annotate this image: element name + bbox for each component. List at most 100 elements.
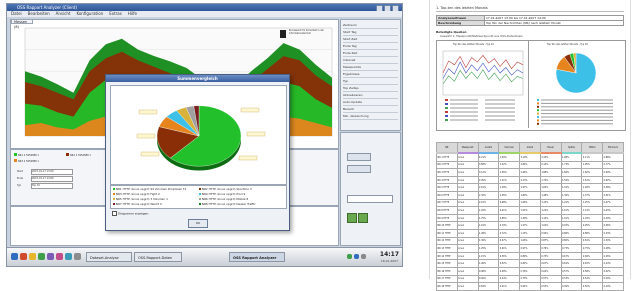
filter-row[interactable]: Auto-Update: [343, 100, 398, 106]
type-field[interactable]: Top 10: [31, 183, 73, 189]
table-row: NR 11 HTTP Linux 1.48% 0.72% 1.15% 0.94% 0.86%…: [436, 228, 624, 238]
options-field[interactable]: [347, 195, 393, 203]
info-row: Beschreibung Top Ten der Nachrichten (NR)…: [436, 20, 624, 26]
menu-item[interactable]: Ansicht: [56, 11, 71, 16]
menu-item[interactable]: Konfiguration: [76, 11, 103, 16]
tray-icon[interactable]: [347, 254, 352, 259]
table-header: NR Messpunkt Anzahl Volumen Anteil Dauer Spitz…: [436, 142, 624, 154]
table-cell: 0.49%: [560, 282, 583, 291]
table-cell: NR 1 HTTP: [436, 152, 458, 162]
table-cell: 0.51%: [602, 190, 624, 200]
table-cell: Linux: [456, 183, 479, 192]
legend-item: NR7 HTTP (Linux upgrd) Wacht 4: [113, 202, 162, 206]
column-header: Anzahl: [477, 142, 500, 154]
taskbar-item-active[interactable]: OSS Rapport Analyzer (Cli: [229, 252, 285, 262]
legend-swatch: [445, 119, 448, 121]
tray-icon[interactable]: [354, 254, 359, 259]
end-field[interactable]: 2007-01-17 14:00: [31, 176, 73, 182]
table-row: NR 18 HTTP Linux 0.83% 0.41% 0.64% 0.53% 0.49%…: [436, 282, 624, 291]
green-action-icon[interactable]: [347, 213, 357, 223]
menu-item[interactable]: Bearbeiten: [28, 11, 50, 16]
legend-text-line: [541, 109, 613, 111]
table-cell: Linux: [456, 160, 479, 170]
network-icon[interactable]: [65, 253, 72, 260]
slice-label-box: [136, 133, 156, 139]
report-pie-chart: [537, 52, 613, 125]
filter-row[interactable]: Aktualisieren: [343, 93, 398, 99]
table-cell: 0.67%: [498, 236, 521, 246]
table-cell: 2.11%: [581, 152, 604, 162]
column-header: NR: [436, 142, 458, 154]
table-cell: 1.66%: [560, 168, 583, 177]
green-action-icon[interactable]: [358, 213, 368, 223]
media-icon[interactable]: [56, 253, 63, 260]
filter-row[interactable]: Typ: [343, 79, 398, 85]
options-button[interactable]: [347, 153, 371, 161]
tray-icon[interactable]: [361, 254, 366, 259]
ok-button[interactable]: OK: [188, 219, 208, 228]
table-cell: 0.72%: [498, 228, 521, 238]
table-cell: 1.03%: [581, 213, 604, 223]
browser-icon[interactable]: [20, 253, 27, 260]
menu-item[interactable]: Datei: [11, 11, 22, 16]
legend-swatch: [537, 99, 539, 101]
table-cell: 1.52%: [519, 206, 541, 215]
filter-row[interactable]: Ergebnisse: [343, 72, 398, 78]
table-cell: 1.98%: [560, 152, 583, 162]
filter-row[interactable]: Ende Tag: [343, 44, 398, 50]
table-cell: 0.19%: [602, 282, 624, 291]
filter-row[interactable]: Top Zeitsp.: [343, 86, 398, 92]
table-cell: 0.94%: [539, 228, 562, 238]
taskbar-item[interactable]: Dataset-Analyse: [86, 252, 132, 262]
dialog-pie-panel: [110, 85, 287, 185]
table-cell: 0.61%: [498, 244, 521, 253]
clock-date: 18.01.2007: [380, 259, 398, 263]
start-menu-icon[interactable]: [11, 253, 18, 260]
menu-item[interactable]: Extras: [109, 11, 122, 16]
filter-row[interactable]: Intervall: [343, 58, 398, 64]
filter-row[interactable]: Bereich: [343, 107, 398, 113]
taskbar-item[interactable]: OSS-Rapport-Daten: [134, 252, 182, 262]
table-cell: 2.44%: [519, 168, 541, 177]
tab-messen[interactable]: Messen (8): [11, 19, 33, 29]
report-page: 1. Top-ten des letzten Monats Analysezei…: [429, 0, 631, 291]
legend-item: NR6 HTTP (Linux upgrd) Mobile 8: [199, 197, 248, 201]
show-chart-checkbox[interactable]: Diagramm anzeigen: [112, 211, 148, 216]
table-row: NR 6 HTTP Linux 2.30% 1.05% 1.80% 1.48% 1.30% 1…: [436, 190, 624, 200]
table-row: NR 4 HTTP Linux 2.95% 1.21% 2.13% 1.74% 1.54% 1…: [436, 175, 624, 185]
settings-icon[interactable]: [74, 253, 81, 260]
taskbar: Dataset-Analyse OSS-Rapport-Daten OSS Ra…: [7, 247, 402, 266]
table-cell: 0.53%: [539, 282, 562, 291]
table-cell: 2.43%: [539, 152, 562, 162]
start-field[interactable]: 2007-01-17 13:00: [31, 169, 73, 175]
filter-row[interactable]: Min. Abweichung: [343, 114, 398, 120]
filter-row[interactable]: Start Tag: [343, 30, 398, 36]
legend-swatch: [537, 105, 539, 108]
table-cell: 0.58%: [581, 266, 604, 276]
table-cell: 2.95%: [477, 175, 500, 185]
legend-text-line: [541, 102, 613, 104]
table-row: NR 5 HTTP Linux 2.61% 1.18% 1.97% 1.60% 1.41% 1…: [436, 183, 624, 192]
legend-text-line: [450, 103, 478, 105]
mail-icon[interactable]: [47, 253, 54, 260]
filter-row[interactable]: Zeitraum: [343, 23, 398, 29]
start-label: Start: [17, 170, 23, 173]
legend-text-line: [541, 123, 613, 125]
menu-item[interactable]: Hilfe: [128, 11, 137, 16]
results-table: NR Messpunkt Anzahl Volumen Anteil Dauer Spitz…: [436, 142, 624, 291]
table-cell: 0.91%: [498, 206, 521, 215]
table-cell: 0.89%: [519, 251, 541, 261]
filter-row[interactable]: Start Zeit: [343, 37, 398, 43]
terminal-icon[interactable]: [38, 253, 45, 260]
table-cell: 0.73%: [560, 244, 583, 253]
table-cell: 1.30%: [560, 190, 583, 200]
filter-row[interactable]: Messpunkte: [343, 65, 398, 71]
dialog-legend: NR1 HTTP (Linux upgrd) 94 Volumen Dropdo…: [110, 185, 287, 209]
slice-label-box: [138, 109, 158, 115]
legend-swatch: [537, 112, 539, 115]
folder-icon[interactable]: [29, 253, 36, 260]
menu-bar[interactable]: Datei Bearbeiten Ansicht Konfiguration Extra…: [7, 11, 402, 17]
filter-row[interactable]: Ende Zeit: [343, 51, 398, 57]
table-cell: 2.13%: [519, 175, 541, 185]
options-button[interactable]: [347, 165, 371, 173]
